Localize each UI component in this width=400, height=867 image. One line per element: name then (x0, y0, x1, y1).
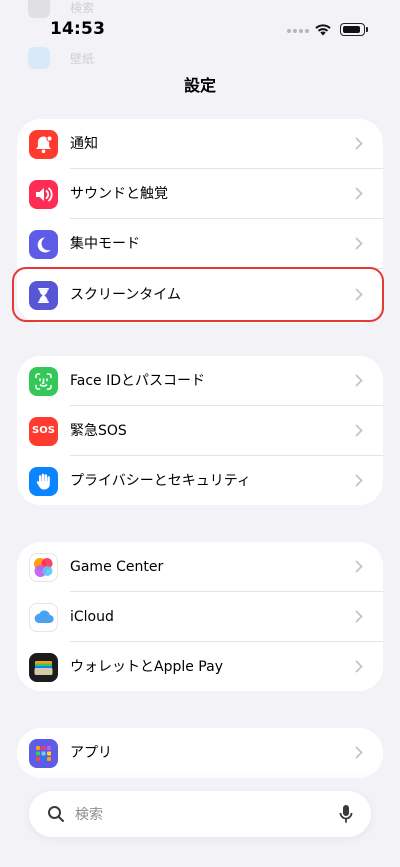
status-time: 14:53 (50, 19, 106, 39)
row-label: プライバシーとセキュリティ (70, 473, 251, 489)
ghost-label: 検索 (70, 1, 95, 15)
settings-group-1: 通知 サウンドと触覚 集中モード スクリーンタイム (17, 119, 383, 323)
row-separator (70, 268, 383, 269)
row-label: 集中モード (70, 236, 140, 252)
chevron-right-icon (355, 424, 363, 437)
ghost-row-wallpaper: 壁紙 (28, 47, 148, 69)
chevron-right-icon (355, 137, 363, 150)
status-bar: 検索 壁紙 14:53 (0, 0, 400, 69)
hourglass-icon (29, 281, 58, 310)
speaker-icon (29, 180, 58, 209)
chevron-right-icon (355, 560, 363, 573)
chevron-right-icon (355, 660, 363, 673)
row-label: スクリーンタイム (70, 287, 182, 303)
row-label: iCloud (70, 609, 114, 625)
battery-tip (366, 27, 368, 32)
row-label: Face IDとパスコード (70, 373, 206, 389)
row-label: アプリ (70, 745, 112, 761)
page-title: 設定 (183, 76, 216, 95)
wallet-icon (29, 653, 58, 682)
hand-icon (29, 467, 58, 496)
chevron-right-icon (355, 746, 363, 759)
sos-icon-text: SOS (32, 425, 55, 436)
microphone-icon[interactable] (339, 804, 353, 824)
chevron-right-icon (355, 288, 363, 301)
ghost-row-search: 検索 (28, 0, 148, 18)
settings-row-focus[interactable]: 集中モード (17, 219, 383, 269)
chevron-right-icon (355, 237, 363, 250)
settings-row-face-id[interactable]: Face IDとパスコード (17, 356, 383, 406)
search-icon (48, 806, 64, 822)
chevron-right-icon (355, 474, 363, 487)
search-input[interactable]: 検索 (75, 804, 103, 824)
row-label: Game Center (70, 559, 164, 575)
chevron-right-icon (355, 610, 363, 623)
row-label: ウォレットとApple Pay (70, 659, 223, 675)
row-label: 通知 (70, 136, 98, 152)
ghost-label: 壁紙 (70, 52, 95, 66)
apps-grid-icon (29, 739, 58, 768)
settings-row-screen-time[interactable]: スクリーンタイム (17, 270, 383, 320)
sos-icon: SOS (29, 417, 58, 446)
settings-row-wallet[interactable]: ウォレットとApple Pay (17, 642, 383, 692)
game-center-icon (29, 553, 58, 582)
row-label: サウンドと触覚 (70, 186, 168, 202)
chevron-right-icon (355, 187, 363, 200)
chevron-right-icon (355, 374, 363, 387)
signal-dots-icon (287, 29, 309, 33)
settings-row-sounds[interactable]: サウンドと触覚 (17, 169, 383, 219)
search-bar[interactable]: 検索 (29, 791, 371, 837)
settings-row-game-center[interactable]: Game Center (17, 542, 383, 592)
cloud-icon (29, 603, 58, 632)
row-label: 緊急SOS (70, 423, 127, 439)
settings-row-privacy[interactable]: プライバシーとセキュリティ (17, 456, 383, 506)
ghost-icon (28, 47, 50, 69)
moon-icon (29, 230, 58, 259)
faceid-icon (29, 367, 58, 396)
wifi-icon (315, 24, 331, 36)
settings-group-3: Game Center iCloud ウォレットとApple Pay (17, 542, 383, 691)
ghost-icon (28, 0, 50, 18)
bell-icon (29, 130, 58, 159)
settings-row-emergency-sos[interactable]: SOS 緊急SOS (17, 406, 383, 456)
battery-icon (340, 23, 365, 36)
settings-row-notifications[interactable]: 通知 (17, 119, 383, 169)
settings-group-2: Face IDとパスコード SOS 緊急SOS プライバシーとセキュリティ (17, 356, 383, 505)
settings-row-icloud[interactable]: iCloud (17, 592, 383, 642)
